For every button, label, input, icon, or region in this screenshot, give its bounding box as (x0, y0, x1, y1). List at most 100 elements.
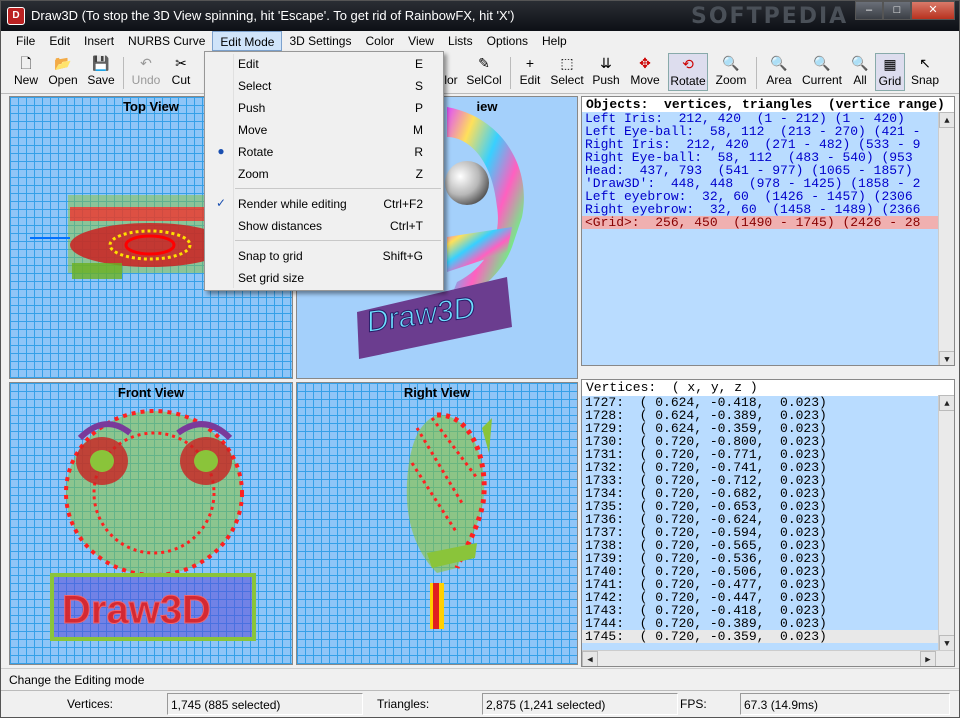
scroll-up-arrow-icon[interactable]: ▲ (939, 395, 954, 411)
undo-button[interactable]: ↶ Undo (129, 53, 163, 91)
grid-toggle-button[interactable]: ▦ Grid (875, 53, 905, 91)
menu-item-render-while-editing[interactable]: ✓ Render while editing Ctrl+F2 (205, 193, 443, 215)
menu-item-rotate[interactable]: ● Rotate R (205, 141, 443, 163)
status-bar: Vertices: 1,745 (885 selected) Triangles… (1, 690, 959, 717)
app-icon[interactable]: D (7, 7, 25, 25)
menu-item-push[interactable]: Push P (205, 97, 443, 119)
toolbar-separator (510, 57, 511, 89)
front-draw3d-text: Draw3D (62, 588, 211, 632)
objects-vertical-scrollbar[interactable]: ▲ ▼ (938, 112, 954, 365)
zoom-all-icon: 🔍 (851, 55, 869, 71)
objects-panel: Objects: vertices, triangles (vertice ra… (581, 96, 955, 366)
grid-icon: ▦ (883, 56, 897, 72)
fps-value: 67.3 (14.9ms) (740, 693, 950, 715)
menu-nurbs-curve[interactable]: NURBS Curve (121, 31, 212, 51)
objects-list-empty-area[interactable] (582, 229, 938, 365)
zoom-current-button[interactable]: 🔍 Current (800, 53, 844, 91)
radio-bullet-icon: ● (217, 144, 225, 158)
zoom-area-icon: 🔍 (770, 55, 788, 71)
menu-view[interactable]: View (401, 31, 441, 51)
rotate-icon: ⟲ (682, 56, 694, 72)
title-bar[interactable]: D Draw3D (To stop the 3D View spinning, … (1, 1, 959, 31)
push-icon: ⇊ (600, 55, 612, 71)
marquee-icon: ⬚ (560, 55, 574, 71)
scroll-down-arrow-icon[interactable]: ▼ (939, 635, 954, 651)
pencil-icon: ✎ (478, 55, 490, 71)
color-button[interactable]: lor (441, 53, 461, 91)
push-mode-button[interactable]: ⇊ Push (590, 53, 622, 91)
vertices-count-value: 1,745 (885 selected) (167, 693, 363, 715)
fps-label: FPS: (680, 697, 707, 711)
menu-bar: File Edit Insert NURBS Curve Edit Mode 3… (1, 31, 959, 51)
minimize-button[interactable]: – (855, 1, 883, 20)
new-button[interactable]: 🗋 New (9, 53, 43, 91)
zoom-area-button[interactable]: 🔍 Area (763, 53, 795, 91)
menu-insert[interactable]: Insert (77, 31, 121, 51)
move-mode-button[interactable]: ✥ Move (627, 53, 663, 91)
menu-color[interactable]: Color (358, 31, 401, 51)
menu-help[interactable]: Help (535, 31, 574, 51)
select-mode-button[interactable]: ⬚ Select (549, 53, 585, 91)
toolbar: 🗋 New 📂 Open 💾 Save ↶ Undo ✂ Cut lor ✎ SelCol … (1, 51, 959, 94)
menu-item-snap-to-grid[interactable]: Snap to grid Shift+G (205, 245, 443, 267)
vertices-horizontal-scrollbar[interactable]: ◀ ▶ (582, 650, 954, 666)
magnifier-icon: 🔍 (722, 55, 740, 71)
vertices-panel-header: Vertices: ( x, y, z ) (582, 380, 954, 395)
scroll-down-arrow-icon[interactable]: ▼ (939, 351, 954, 365)
vertices-vertical-scrollbar[interactable]: ▲ ▼ (938, 395, 954, 651)
front-view-viewport[interactable]: Front View Draw3D (9, 382, 293, 665)
zoom-current-icon: 🔍 (813, 55, 831, 71)
menu-separator (235, 188, 441, 189)
menu-edit-mode[interactable]: Edit Mode (212, 31, 283, 51)
front-view-model: Draw3D (50, 409, 256, 641)
selcol-button[interactable]: ✎ SelCol (464, 53, 504, 91)
toolbar-separator (123, 57, 124, 89)
open-button[interactable]: 📂 Open (45, 53, 81, 91)
vertex-row-selected[interactable]: 1745: ( 0.720, -0.359, 0.023) (582, 630, 938, 643)
rotate-mode-button[interactable]: ⟲ Rotate (668, 53, 708, 91)
menu-options[interactable]: Options (480, 31, 535, 51)
edit-mode-dropdown-menu: Edit E Select S Push P Move M ● Rotate R… (204, 51, 444, 291)
plus-icon: + (525, 55, 535, 71)
menu-item-move[interactable]: Move M (205, 119, 443, 141)
menu-item-zoom[interactable]: Zoom Z (205, 163, 443, 185)
snap-cursor-icon: ↖ (919, 55, 931, 71)
maximize-button[interactable]: □ (883, 1, 911, 20)
scroll-left-arrow-icon[interactable]: ◀ (582, 651, 598, 666)
menu-separator (235, 240, 441, 241)
folder-icon: 📂 (54, 55, 72, 71)
menu-item-set-grid-size[interactable]: Set grid size (205, 267, 443, 289)
menu-3d-settings[interactable]: 3D Settings (282, 31, 358, 51)
objects-panel-header: Objects: vertices, triangles (vertice ra… (582, 97, 954, 112)
save-button[interactable]: 💾 Save (85, 53, 117, 91)
scissors-icon: ✂ (175, 55, 187, 71)
zoom-all-button[interactable]: 🔍 All (849, 53, 871, 91)
menu-edit[interactable]: Edit (42, 31, 77, 51)
app-window: D Draw3D (To stop the 3D View spinning, … (0, 0, 960, 718)
scroll-right-arrow-icon[interactable]: ▶ (920, 651, 936, 666)
triangles-count-label: Triangles: (377, 697, 430, 711)
undo-icon: ↶ (140, 55, 152, 71)
right-view-viewport[interactable]: Right View (296, 382, 578, 665)
menu-file[interactable]: File (9, 31, 42, 51)
zoom-mode-button[interactable]: 🔍 Zoom (713, 53, 749, 91)
menu-item-select[interactable]: Select S (205, 75, 443, 97)
menu-lists[interactable]: Lists (441, 31, 480, 51)
vertices-panel: Vertices: ( x, y, z ) 1727: ( 0.624, -0.… (581, 379, 955, 667)
cut-button[interactable]: ✂ Cut (167, 53, 195, 91)
status-hint: Change the Editing mode (1, 668, 959, 690)
edit-mode-button[interactable]: + Edit (516, 53, 544, 91)
window-title: Draw3D (To stop the 3D View spinning, hi… (31, 8, 515, 23)
menu-item-show-distances[interactable]: Show distances Ctrl+T (205, 215, 443, 237)
checkmark-icon: ✓ (215, 196, 227, 210)
move-icon: ✥ (639, 55, 651, 71)
menu-item-edit[interactable]: Edit E (205, 53, 443, 75)
close-button[interactable]: ✕ (911, 1, 955, 20)
disk-icon: 💾 (92, 55, 110, 71)
scroll-up-arrow-icon[interactable]: ▲ (939, 112, 954, 128)
vertices-count-label: Vertices: (67, 697, 114, 711)
object-list-item-selected[interactable]: <Grid>: 256, 450 (1490 - 1745) (2426 - 2… (582, 216, 954, 229)
vertices-list[interactable]: 1727: ( 0.624, -0.418, 0.023) 1728: ( 0.… (582, 396, 938, 650)
triangles-count-value: 2,875 (1,241 selected) (482, 693, 678, 715)
snap-toggle-button[interactable]: ↖ Snap (908, 53, 942, 91)
